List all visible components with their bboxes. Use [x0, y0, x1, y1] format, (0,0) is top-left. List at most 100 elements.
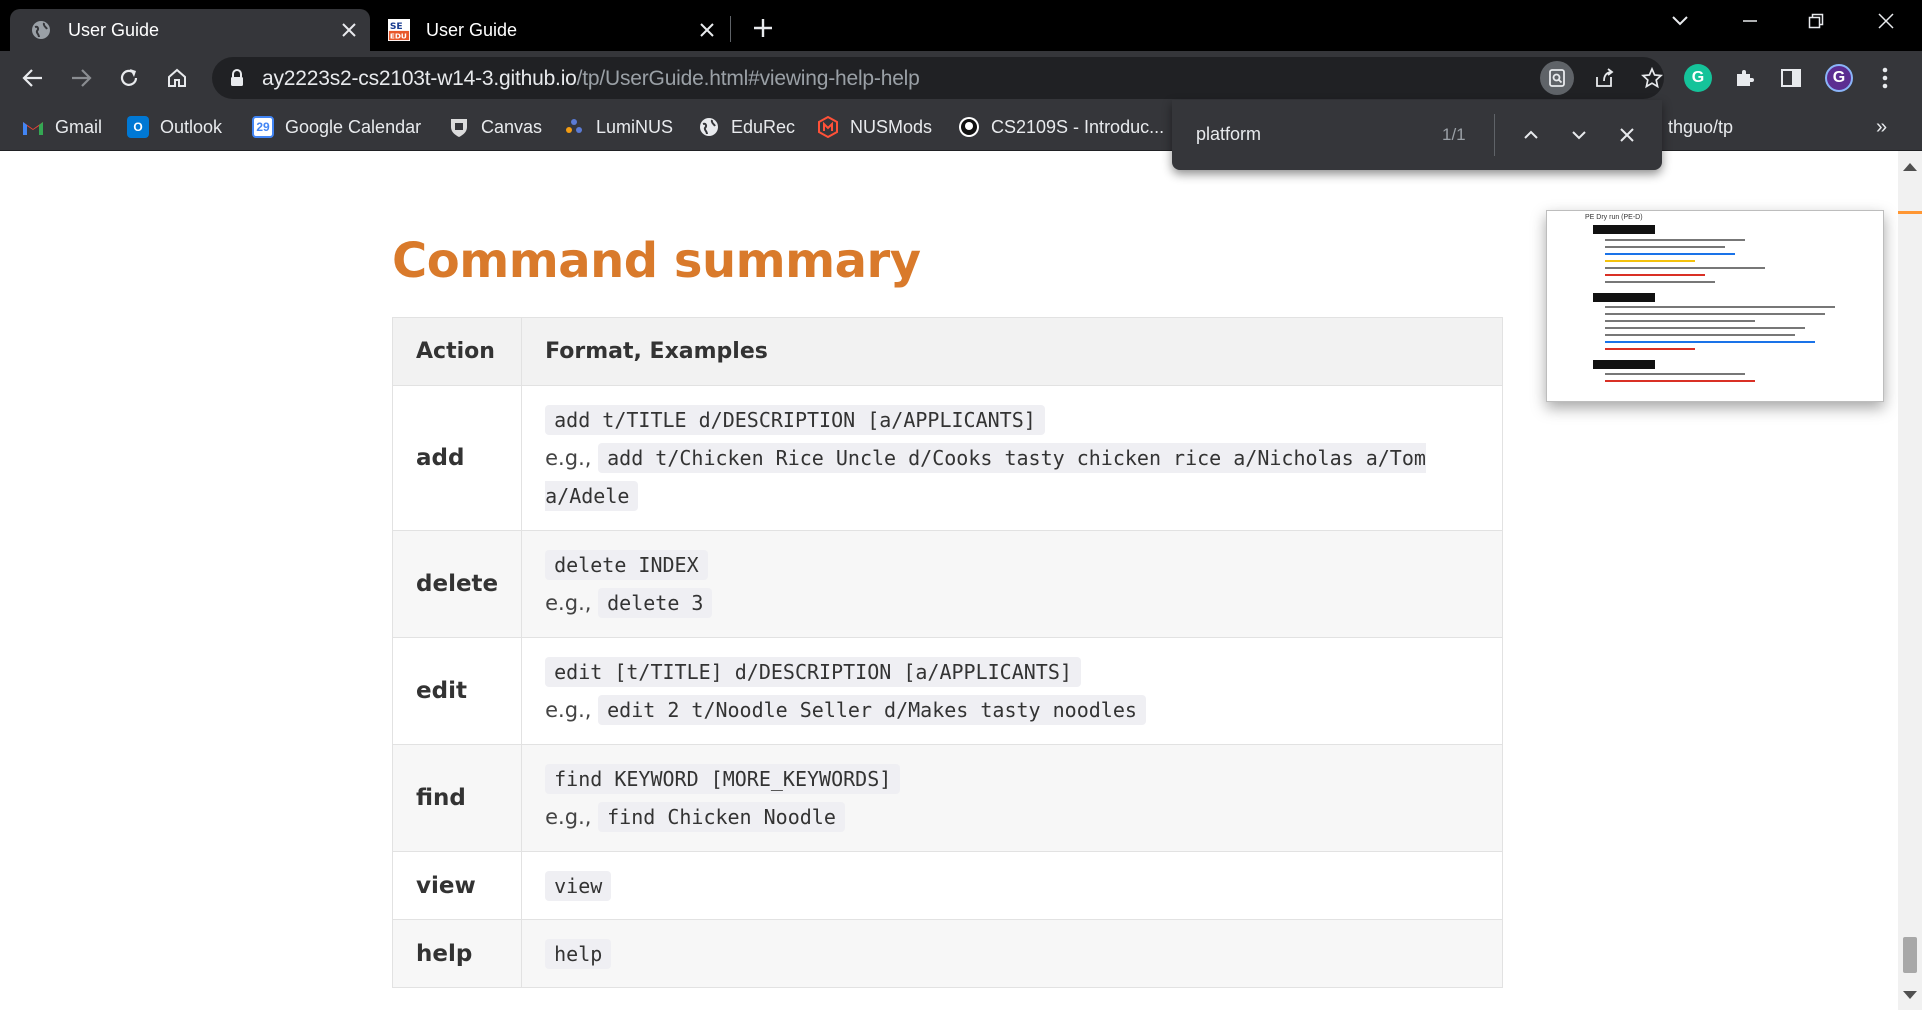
example-prefix: e.g.,: [545, 805, 592, 829]
thumbnail-line: [1605, 380, 1755, 382]
table-row-help: help help: [391, 919, 1503, 988]
format-code: edit [t/TITLE] d/DESCRIPTION [a/APPLICAN…: [545, 657, 1081, 687]
action-cell: edit: [391, 637, 523, 745]
bookmark-label: Canvas: [481, 116, 543, 137]
find-next-chevron-down-icon[interactable]: [1564, 120, 1594, 150]
github-icon: [958, 116, 980, 138]
format-code: find KEYWORD [MORE_KEYWORDS]: [545, 764, 901, 794]
table-row-add: add add t/TITLE d/DESCRIPTION [a/APPLICA…: [391, 385, 1503, 531]
menu-kebab-icon[interactable]: [1868, 61, 1902, 95]
format-cell: find KEYWORD [MORE_KEYWORDS] e.g., find …: [521, 744, 1503, 852]
bookmark-thguo-tp[interactable]: thguo/tp: [1668, 113, 1733, 141]
bookmark-gmail[interactable]: Gmail: [22, 113, 102, 141]
find-input[interactable]: platform: [1196, 124, 1261, 145]
bookmark-label: Gmail: [55, 116, 103, 137]
example-code: edit 2 t/Noodle Seller d/Makes tasty noo…: [598, 695, 1146, 725]
luminus-icon: [563, 116, 585, 138]
thumbnail-line: [1605, 274, 1705, 276]
extensions-puzzle-icon[interactable]: [1728, 61, 1762, 95]
tab-search-chevron-down-icon[interactable]: [1665, 6, 1695, 36]
bookmark-canvas[interactable]: Canvas: [448, 113, 542, 141]
page-scrollbar[interactable]: [1898, 151, 1922, 1010]
scroll-down-arrow-icon[interactable]: [1903, 991, 1917, 999]
minimize-icon[interactable]: [1735, 6, 1765, 36]
thumbnail-line: [1605, 239, 1745, 241]
lock-icon[interactable]: [220, 61, 254, 95]
tab-separator: [730, 16, 731, 42]
find-match-marker: [1898, 211, 1922, 214]
tab-user-guide-active[interactable]: User Guide: [10, 9, 370, 51]
se-edu-icon: SE EDU: [388, 19, 410, 41]
svg-text:SE: SE: [390, 21, 403, 32]
table-row-view: view view: [391, 851, 1503, 920]
table-row-delete: delete delete INDEX e.g., delete 3: [391, 530, 1503, 638]
bookmark-label: EduRec: [731, 116, 796, 137]
bookmark-label: Outlook: [160, 116, 223, 137]
tab-user-guide-inactive[interactable]: SE EDU User Guide: [374, 9, 728, 51]
tab-strip: User Guide SE EDU User Guide: [0, 0, 1922, 51]
profile-initial: G: [1825, 64, 1853, 92]
thumbnail-line: [1605, 334, 1795, 336]
find-close-icon[interactable]: [1612, 120, 1642, 150]
format-cell: delete INDEX e.g., delete 3: [521, 530, 1503, 638]
find-bar: platform 1/1: [1172, 100, 1662, 170]
example-prefix: e.g.,: [545, 591, 592, 615]
table-header-row: Action Format, Examples: [391, 317, 1503, 386]
profile-avatar[interactable]: G: [1822, 61, 1856, 95]
nusmods-icon: [817, 116, 839, 138]
table-row-edit: edit edit [t/TITLE] d/DESCRIPTION [a/APP…: [391, 637, 1503, 745]
format-cell: help: [521, 919, 1503, 988]
tab-title: User Guide: [68, 19, 160, 40]
action-cell: delete: [391, 530, 523, 638]
scrollbar-thumb[interactable]: [1903, 937, 1917, 973]
format-code: view: [545, 870, 612, 901]
bookmark-label: NUSMods: [850, 116, 933, 137]
grammarly-extension-icon[interactable]: G: [1681, 61, 1715, 95]
thumbnail-line: [1605, 341, 1815, 343]
bookmark-star-icon[interactable]: [1635, 61, 1669, 95]
share-icon[interactable]: [1587, 61, 1621, 95]
close-icon[interactable]: [336, 17, 362, 43]
thumbnail-line: [1605, 246, 1725, 248]
bookmarks-overflow-icon[interactable]: »: [1876, 113, 1887, 141]
find-previous-chevron-up-icon[interactable]: [1516, 120, 1546, 150]
bookmark-luminus[interactable]: LumiNUS: [563, 113, 673, 141]
format-cell: edit [t/TITLE] d/DESCRIPTION [a/APPLICAN…: [521, 637, 1503, 745]
bookmark-cs2109s[interactable]: CS2109S - Introduc...: [958, 113, 1164, 141]
page-title: Command summary: [392, 233, 921, 289]
window-close-icon[interactable]: [1871, 6, 1901, 36]
side-panel-icon[interactable]: [1774, 61, 1808, 95]
browser-toolbar: ay2223s2-cs2103t-w14-3.github.io/tp/User…: [0, 51, 1922, 105]
url-host: ay2223s2-cs2103t-w14-3.github.io: [262, 67, 577, 90]
document-thumbnail[interactable]: PE Dry run (PE-D): [1546, 210, 1884, 402]
example-prefix: e.g.,: [545, 698, 592, 722]
thumbnail-line: [1605, 260, 1695, 262]
address-bar[interactable]: ay2223s2-cs2103t-w14-3.github.io/tp/User…: [212, 57, 1664, 99]
bookmark-edurec[interactable]: EduRec: [698, 113, 795, 141]
url-text[interactable]: ay2223s2-cs2103t-w14-3.github.io/tp/User…: [262, 67, 920, 91]
action-cell: view: [391, 851, 523, 920]
bookmark-label: thguo/tp: [1668, 116, 1734, 137]
bookmark-google-calendar[interactable]: 29 Google Calendar: [252, 113, 421, 141]
forward-icon[interactable]: [64, 61, 98, 95]
bookmark-outlook[interactable]: O Outlook: [127, 113, 222, 141]
thumbnail-heading-bar: [1593, 360, 1655, 369]
back-icon[interactable]: [16, 61, 50, 95]
reload-icon[interactable]: [112, 61, 146, 95]
thumbnail-line: [1605, 313, 1825, 315]
format-code: add t/TITLE d/DESCRIPTION [a/APPLICANTS]: [545, 405, 1045, 435]
restore-icon[interactable]: [1801, 6, 1831, 36]
thumbnail-heading-bar: [1593, 293, 1655, 302]
bookmark-nusmods[interactable]: NUSMods: [817, 113, 932, 141]
close-icon[interactable]: [694, 17, 720, 43]
page-content: Command summary Action Format, Examples …: [0, 151, 1898, 1010]
thumbnail-line: [1605, 281, 1715, 283]
example-code: add t/Chicken Rice Uncle d/Cooks tasty c…: [545, 443, 1426, 511]
find-in-page-icon[interactable]: [1540, 61, 1574, 95]
home-icon[interactable]: [160, 61, 194, 95]
example-code: find Chicken Noodle: [598, 802, 845, 832]
find-result-count: 1/1: [1442, 125, 1466, 144]
thumbnail-line: [1605, 253, 1735, 255]
new-tab-button[interactable]: [748, 13, 778, 43]
scroll-up-arrow-icon[interactable]: [1903, 163, 1917, 171]
